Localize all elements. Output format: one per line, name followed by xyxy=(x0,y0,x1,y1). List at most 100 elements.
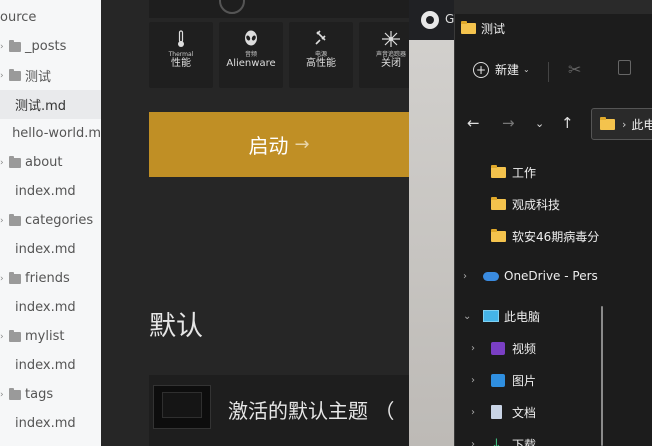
copy-icon[interactable] xyxy=(618,60,631,75)
tree-file-item[interactable]: index.md xyxy=(0,235,101,264)
navigation-scrollbar[interactable] xyxy=(601,306,603,446)
folder-icon xyxy=(491,228,506,242)
mode-tile-sound-tracking[interactable]: 声音追踪器 关闭 xyxy=(359,22,409,88)
nav-pane-item[interactable]: › 图片 xyxy=(455,365,652,395)
expand-chevron-icon[interactable]: › xyxy=(463,271,467,282)
chevron-right-icon: › xyxy=(0,389,4,400)
alien-head-icon xyxy=(245,30,257,46)
tree-file-item[interactable]: index.md xyxy=(0,177,101,206)
new-button[interactable]: + 新建 ⌄ xyxy=(473,61,530,78)
folder-icon xyxy=(9,271,21,284)
nav-pane-item[interactable]: 工作 xyxy=(455,157,652,187)
thermometer-icon xyxy=(178,30,184,47)
nav-pane-item[interactable]: › OneDrive - Pers xyxy=(455,261,652,291)
up-arrow-icon[interactable]: ↑ xyxy=(561,114,574,132)
folder-icon xyxy=(9,68,21,81)
chevron-right-icon: › xyxy=(0,331,4,342)
tree-folder-item[interactable]: › _posts xyxy=(0,32,101,61)
theme-row[interactable]: 激活的默认主题 （ xyxy=(149,375,409,446)
nav-pane-label: 观成科技 xyxy=(512,197,561,212)
nav-pane-label: 文档 xyxy=(512,405,537,420)
tree-item-label: _posts xyxy=(25,39,67,54)
folder-icon xyxy=(600,116,615,130)
mode-en-label: 音频 xyxy=(244,51,257,58)
tree-file-item[interactable]: index.md xyxy=(0,293,101,322)
tree-item-label: 测试.md xyxy=(15,99,67,114)
theme-label: 激活的默认主题 （ xyxy=(228,399,395,423)
tree-file-item[interactable]: index.md xyxy=(0,351,101,380)
tree-folder-item[interactable]: › about xyxy=(0,148,101,177)
tree-item-label: categories xyxy=(25,213,94,228)
launch-button[interactable]: 启动 → xyxy=(149,112,409,177)
nav-pane-item[interactable]: › ↓ 下载 xyxy=(455,429,652,446)
github-icon[interactable] xyxy=(421,11,439,29)
tree-item-label: hello-world.m xyxy=(12,126,101,141)
browser-window: G xyxy=(409,0,454,446)
launch-label: 启动 xyxy=(248,134,289,158)
tree-file-item[interactable]: index.md xyxy=(0,409,101,438)
tree-item-label: index.md xyxy=(15,358,76,373)
chevron-right-icon: › xyxy=(0,273,4,284)
browser-tab-bar: G xyxy=(409,0,454,40)
tree-folder-item[interactable]: › tags xyxy=(0,380,101,409)
mode-en-label: Thermal xyxy=(168,51,194,58)
nav-pane-label: 软安46期病毒分 xyxy=(512,229,600,244)
mode-tiles: Thermal 性能 音频 Alienware 电源 高性能 声音追踪器 关闭 xyxy=(149,22,409,88)
mode-cn-label: 性能 xyxy=(171,58,191,69)
expand-chevron-icon[interactable]: › xyxy=(471,439,475,446)
collapse-chevron-icon[interactable]: ⌄ xyxy=(463,311,471,322)
tree-folder-item[interactable]: › categories xyxy=(0,206,101,235)
mode-tile-thermal[interactable]: Thermal 性能 xyxy=(149,22,213,88)
explorer-title-bar: 测试 xyxy=(461,20,505,37)
explorer-toolbar: + 新建 ⌄ ✂ xyxy=(455,50,652,92)
cut-icon[interactable]: ✂ xyxy=(568,60,581,79)
laptop-thumbnail-icon xyxy=(153,385,211,429)
nav-pane-item[interactable]: 软安46期病毒分 xyxy=(455,221,652,251)
nav-pane-item[interactable]: › 文档 xyxy=(455,397,652,427)
sound-tracking-icon xyxy=(382,31,400,47)
this-pc-icon xyxy=(483,310,499,322)
arrow-right-icon: → xyxy=(294,134,310,155)
folder-icon xyxy=(9,387,21,400)
new-label: 新建 xyxy=(495,63,520,77)
download-icon: ↓ xyxy=(491,436,502,446)
forward-arrow-icon[interactable]: → xyxy=(502,114,515,132)
tree-item-label: 测试 xyxy=(25,70,52,85)
back-arrow-icon[interactable]: ← xyxy=(467,114,480,132)
videos-icon xyxy=(491,341,505,355)
address-text: 此电 xyxy=(631,117,652,132)
tree-folder-item[interactable]: › 测试 xyxy=(0,61,101,90)
nav-pane-item[interactable]: › 视频 xyxy=(455,333,652,363)
nav-pane-label: 下载 xyxy=(512,437,537,446)
tree-item-label: about xyxy=(25,155,63,170)
nav-pane-item[interactable]: ⌄ 此电脑 xyxy=(455,301,652,331)
chevron-right-icon: › xyxy=(0,70,4,81)
mode-tile-audio[interactable]: 音频 Alienware xyxy=(219,22,283,88)
tree-file-item[interactable]: 测试.md xyxy=(0,90,101,119)
tree-item-label: mylist xyxy=(25,329,65,344)
expand-chevron-icon[interactable]: › xyxy=(471,375,475,386)
nav-pane-item[interactable]: 观成科技 xyxy=(455,189,652,219)
folder-icon xyxy=(491,196,506,210)
documents-icon xyxy=(491,405,502,419)
tree-folder-item[interactable]: › mylist xyxy=(0,322,101,351)
app-top-strip xyxy=(149,0,409,18)
plus-icon: + xyxy=(473,61,489,78)
tree-file-item[interactable]: hello-world.m xyxy=(0,119,101,148)
folder-icon xyxy=(491,164,506,178)
mode-cn-label: 关闭 xyxy=(381,58,401,69)
tree-folder-item[interactable]: › friends xyxy=(0,264,101,293)
folder-icon xyxy=(9,213,21,226)
expand-chevron-icon[interactable]: › xyxy=(471,407,475,418)
mode-tile-power[interactable]: 电源 高性能 xyxy=(289,22,353,88)
folder-icon xyxy=(9,39,21,52)
mode-cn-label: Alienware xyxy=(226,58,276,69)
tree-item[interactable]: ource xyxy=(0,3,101,32)
nav-pane-label: 图片 xyxy=(512,373,537,388)
expand-chevron-icon[interactable]: › xyxy=(471,343,475,354)
alienware-app-window: Thermal 性能 音频 Alienware 电源 高性能 声音追踪器 关闭 … xyxy=(101,0,409,446)
address-bar[interactable]: › 此电 xyxy=(591,108,652,140)
tree-item-label: index.md xyxy=(15,416,76,431)
file-tree: ource › _posts › 测试 测试.md hello-world.m › about i… xyxy=(0,0,102,446)
recent-locations-chevron-icon[interactable]: ⌄ xyxy=(535,117,544,130)
